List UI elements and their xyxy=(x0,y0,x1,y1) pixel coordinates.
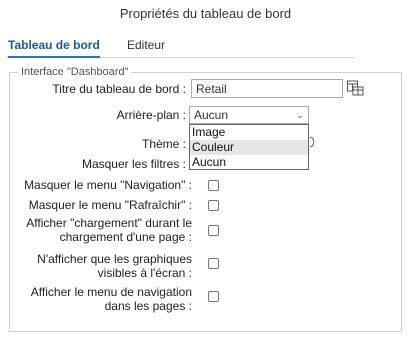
nav-menu-in-pages-checkbox[interactable] xyxy=(208,291,219,302)
hide-refresh-checkbox[interactable] xyxy=(208,200,219,211)
hide-navigation-label: Masquer le menu "Navigation" : xyxy=(24,178,192,192)
tab-tableau-de-bord[interactable]: Tableau de bord xyxy=(8,38,100,58)
group-legend: Interface "Dashboard" xyxy=(21,66,129,78)
theme-control-edge xyxy=(309,136,315,148)
background-option-aucun[interactable]: Aucun xyxy=(190,155,308,170)
dashboard-title-label: Titre du tableau de bord : xyxy=(52,82,186,96)
show-loading-label: Afficher "chargement" durant le chargeme… xyxy=(26,216,192,244)
background-label: Arrière-plan : xyxy=(116,108,186,122)
expression-builder-icon[interactable] xyxy=(346,79,364,97)
background-option-image[interactable]: Image xyxy=(190,125,308,140)
tab-bar: Tableau de bord Editeur xyxy=(6,36,354,58)
nav-menu-in-pages-label: Afficher le menu de navigation dans les … xyxy=(30,285,192,313)
background-selected-value: Aucun xyxy=(194,108,229,122)
background-option-couleur[interactable]: Couleur xyxy=(190,140,308,155)
chevron-down-icon: ⌄ xyxy=(296,110,304,120)
theme-label: Thème : xyxy=(141,137,186,151)
dialog-title: Propriétés du tableau de bord xyxy=(119,6,292,21)
hide-refresh-label: Masquer le menu "Rafraîchir" : xyxy=(28,198,192,212)
background-dropdown-list: Image Couleur Aucun xyxy=(189,124,309,170)
background-select[interactable]: Aucun ⌄ xyxy=(189,106,309,124)
visible-charts-only-checkbox[interactable] xyxy=(208,258,219,269)
dashboard-title-input[interactable] xyxy=(191,79,343,98)
visible-charts-only-label: N'afficher que les graphiques visibles à… xyxy=(37,252,192,280)
tab-editeur[interactable]: Editeur xyxy=(127,38,165,52)
show-loading-checkbox[interactable] xyxy=(208,225,219,236)
hide-filters-label: Masquer les filtres : xyxy=(81,157,186,171)
hide-navigation-checkbox[interactable] xyxy=(208,180,219,191)
